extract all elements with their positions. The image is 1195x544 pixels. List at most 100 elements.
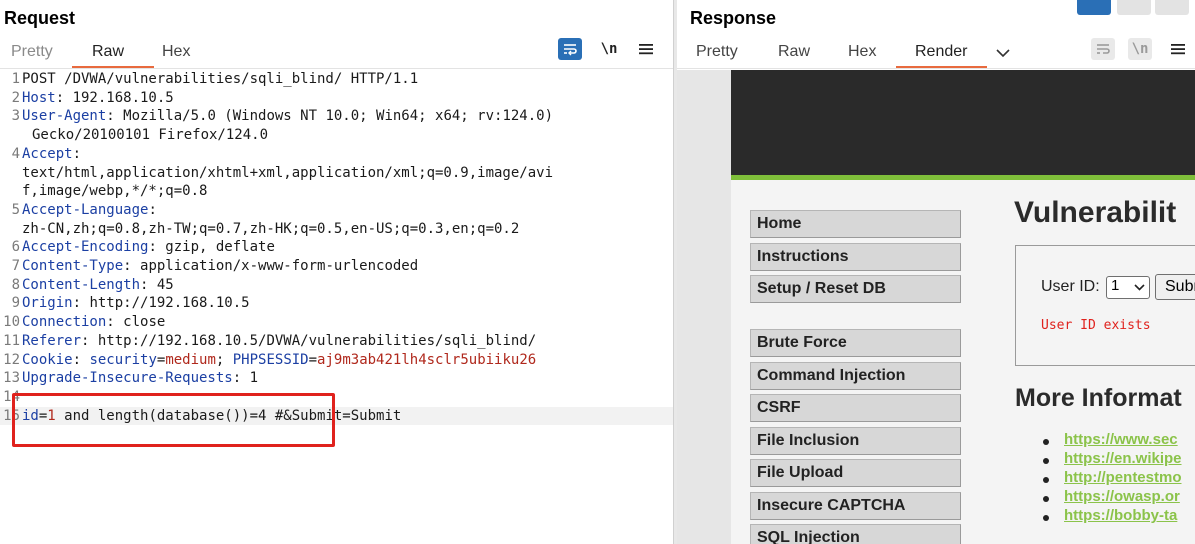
more-info-heading: More Informat — [1015, 384, 1182, 412]
hamburger-menu-icon[interactable] — [1166, 38, 1190, 60]
cookie-name: security — [89, 351, 157, 368]
line-number: 14 — [3, 388, 20, 405]
menu-glyph-icon — [1171, 44, 1185, 55]
header-value: 45 — [156, 276, 174, 293]
tab-divider — [0, 68, 673, 69]
line-number: 2 — [11, 89, 20, 106]
header-name: Content-Length — [22, 276, 141, 293]
code-line: 9 Origin: http://192.168.10.5 — [0, 294, 673, 313]
line-number: 10 — [3, 314, 20, 331]
header-name: Upgrade-Insecure-Requests — [22, 370, 233, 387]
header-name: Accept — [22, 145, 73, 162]
line-number: 8 — [11, 276, 20, 293]
layout-tabs-icon[interactable] — [1155, 0, 1189, 15]
dvwa-content: Home Instructions Setup / Reset DB Brute… — [731, 180, 1195, 544]
line-number: 15 — [3, 407, 20, 424]
code-line: 10 Connection: close — [0, 313, 673, 332]
code-line: 7 Content-Type: application/x-www-form-u… — [0, 257, 673, 276]
code-line: 2 Host: 192.168.10.5 — [0, 89, 673, 108]
code-line-continuation: Gecko/20100101 Firefox/124.0 — [0, 126, 673, 145]
header-value: http://192.168.10.5/DVWA/vulnerabilities… — [97, 332, 537, 349]
list-bullet — [1043, 439, 1049, 445]
header-value-wrapped: text/html,application/xhtml+xml,applicat… — [22, 164, 554, 181]
menu-item-insecure-captcha[interactable]: Insecure CAPTCHA — [750, 492, 961, 520]
line-number: 5 — [11, 201, 20, 218]
menu-item-setup-reset-db[interactable]: Setup / Reset DB — [750, 275, 961, 303]
header-name: Origin — [22, 295, 73, 312]
tab-response-render[interactable]: Render — [915, 43, 967, 61]
line-number: 4 — [11, 145, 20, 162]
header-value: close — [123, 314, 166, 331]
line-number: 3 — [11, 108, 20, 125]
word-wrap-icon-disabled — [1091, 38, 1115, 60]
code-line: 13 Upgrade-Insecure-Requests: 1 — [0, 369, 673, 388]
line-number: 6 — [11, 239, 20, 256]
header-name: User-Agent — [22, 108, 107, 125]
response-title: Response — [690, 8, 777, 28]
tab-response-hex[interactable]: Hex — [848, 43, 876, 61]
dvwa-header-banner — [731, 70, 1195, 175]
tab-request-raw[interactable]: Raw — [92, 43, 124, 61]
line-number: 9 — [11, 295, 20, 312]
tab-response-pretty[interactable]: Pretty — [696, 43, 738, 61]
more-info-link[interactable]: https://www.sec — [1064, 431, 1178, 448]
result-message: User ID exists — [1041, 318, 1151, 333]
menu-item-file-inclusion[interactable]: File Inclusion — [750, 427, 961, 455]
line-number: 13 — [3, 370, 20, 387]
header-name: Cookie — [22, 351, 73, 368]
header-value: Mozilla/5.0 (Windows NT 10.0; Win64; x64… — [123, 108, 554, 125]
user-id-select[interactable]: 1 — [1106, 276, 1150, 299]
tab-request-hex[interactable]: Hex — [162, 43, 190, 61]
list-bullet — [1043, 515, 1049, 521]
header-name: Connection — [22, 314, 107, 331]
menu-item-file-upload[interactable]: File Upload — [750, 459, 961, 487]
menu-item-instructions[interactable]: Instructions — [750, 243, 961, 271]
chevron-down-icon[interactable] — [991, 42, 1015, 64]
code-line-continuation: f,image/webp,*/*;q=0.8 — [0, 182, 673, 201]
layout-side-by-side-icon[interactable] — [1077, 0, 1111, 15]
more-info-link[interactable]: https://owasp.or — [1064, 488, 1180, 505]
user-id-label: User ID: — [1041, 278, 1100, 295]
menu-item-csrf[interactable]: CSRF — [750, 394, 961, 422]
code-line: 4 Accept: — [0, 145, 673, 164]
chevron-glyph-icon — [996, 48, 1010, 57]
header-value-wrapped: Gecko/20100101 Firefox/124.0 — [32, 127, 269, 144]
code-line: 8 Content-Length: 45 — [0, 276, 673, 295]
tab-request-pretty[interactable]: Pretty — [11, 43, 53, 61]
line-number: 7 — [11, 258, 20, 275]
code-line-continuation: zh-CN,zh;q=0.8,zh-TW;q=0.7,zh-HK;q=0.5,e… — [0, 220, 673, 239]
param-name: id — [22, 407, 39, 424]
list-bullet — [1043, 477, 1049, 483]
menu-item-home[interactable]: Home — [750, 210, 961, 238]
menu-item-sql-injection[interactable]: SQL Injection — [750, 524, 961, 544]
more-info-link[interactable]: https://en.wikipe — [1064, 450, 1182, 467]
layout-stacked-icon[interactable] — [1117, 0, 1151, 15]
chevron-down-icon — [1134, 277, 1145, 300]
request-pane: Request Pretty Raw Hex \n 1 POST /DVWA/v… — [0, 0, 673, 544]
header-name: Referer — [22, 332, 82, 349]
tab-response-raw[interactable]: Raw — [778, 43, 810, 61]
user-id-select-value: 1 — [1111, 277, 1120, 294]
header-value: http://192.168.10.5 — [89, 295, 250, 312]
submit-button[interactable]: Submit — [1155, 274, 1195, 300]
code-line-body: 15 id=1 and length(database())=4 #&Submi… — [0, 406, 673, 426]
cookie-name: PHPSESSID — [232, 351, 309, 368]
word-wrap-icon[interactable] — [558, 38, 582, 60]
request-title: Request — [4, 8, 76, 28]
header-value: 1 — [249, 370, 259, 387]
menu-item-command-injection[interactable]: Command Injection — [750, 362, 961, 390]
cookie-value: aj9m3ab421lh4sclr5ubiiku26 — [317, 351, 537, 368]
code-line: 5 Accept-Language: — [0, 201, 673, 220]
hamburger-menu-icon[interactable] — [634, 38, 658, 60]
more-info-link[interactable]: https://bobby-ta — [1064, 507, 1177, 524]
wrap-glyph-icon — [1097, 44, 1110, 54]
menu-item-brute-force[interactable]: Brute Force — [750, 329, 961, 357]
code-line: 6 Accept-Encoding: gzip, deflate — [0, 238, 673, 257]
newline-toggle-icon[interactable]: \n — [597, 38, 621, 60]
raw-request-editor[interactable]: 1 POST /DVWA/vulnerabilities/sqli_blind/… — [0, 70, 673, 426]
code-line-continuation: text/html,application/xhtml+xml,applicat… — [0, 164, 673, 183]
list-bullet — [1043, 496, 1049, 502]
response-pane: Response Pretty Raw Hex Render \n Home I… — [677, 0, 1195, 544]
header-name: Content-Type — [22, 258, 124, 275]
more-info-link[interactable]: http://pentestmo — [1064, 469, 1182, 486]
